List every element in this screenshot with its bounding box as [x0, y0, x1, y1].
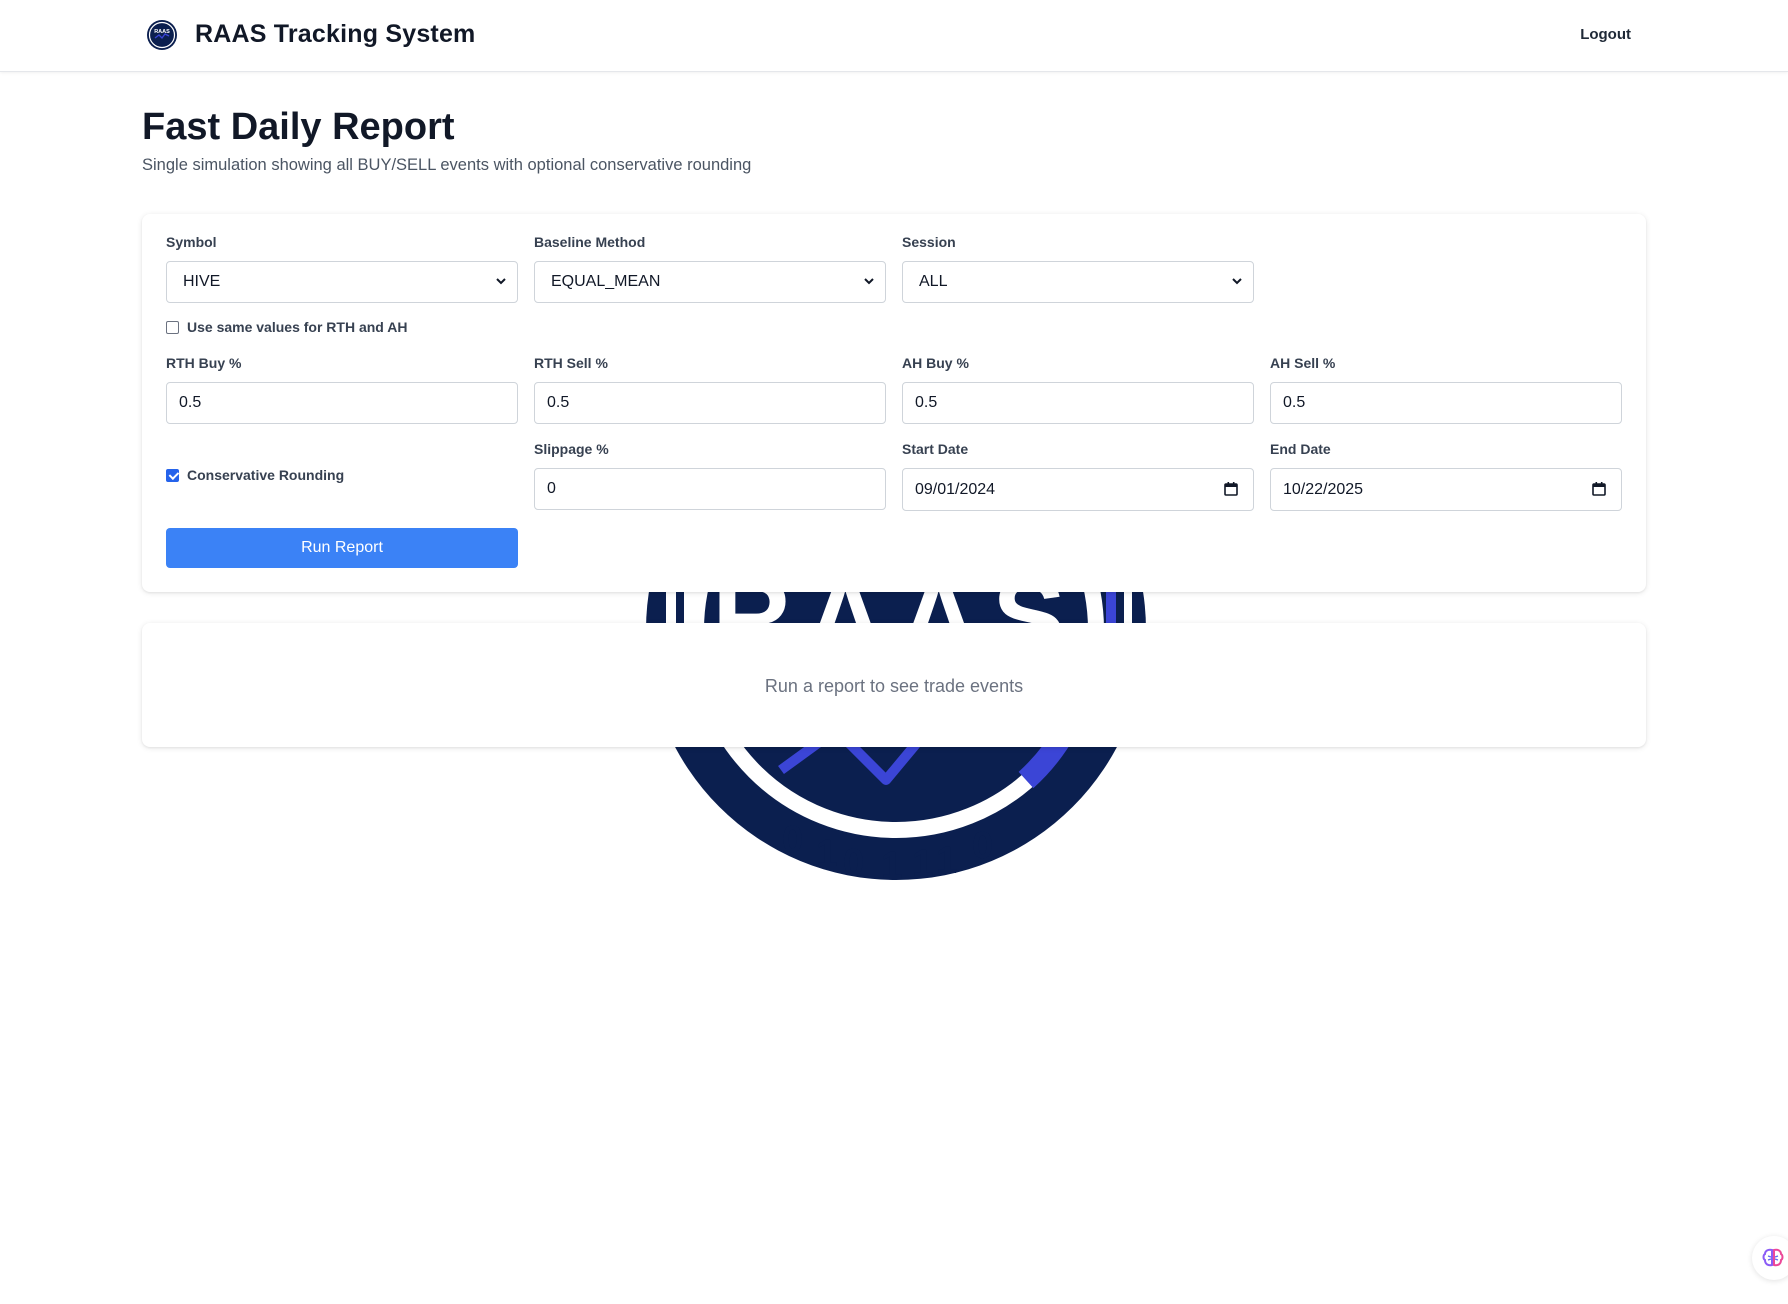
- logout-link[interactable]: Logout: [1580, 26, 1631, 43]
- conservative-rounding-option[interactable]: Conservative Rounding: [166, 467, 344, 483]
- results-card: Run a report to see trade events: [142, 623, 1646, 747]
- chevron-down-icon: [496, 278, 506, 285]
- slippage-label: Slippage %: [534, 441, 609, 457]
- rth-sell-value: 0.5: [547, 394, 570, 411]
- same-values-option[interactable]: Use same values for RTH and AH: [166, 319, 407, 335]
- rth-buy-label: RTH Buy %: [166, 355, 242, 371]
- calendar-icon[interactable]: [1223, 481, 1239, 497]
- start-date-input[interactable]: 09/01/2024: [902, 468, 1254, 511]
- ah-sell-value: 0.5: [1283, 394, 1306, 411]
- app-title[interactable]: RAAS Tracking System: [195, 20, 476, 49]
- raas-logo-icon[interactable]: RAAS: [146, 19, 178, 51]
- session-select[interactable]: ALL: [902, 261, 1254, 303]
- chevron-down-icon: [1232, 278, 1242, 285]
- report-form-card: Symbol HIVE Baseline Method EQUAL_MEAN S…: [142, 214, 1646, 592]
- baseline-method-value: EQUAL_MEAN: [551, 273, 661, 290]
- chevron-down-icon: [864, 278, 874, 285]
- symbol-select[interactable]: HIVE: [166, 261, 518, 303]
- start-date-value: 09/01/2024: [915, 480, 996, 498]
- conservative-rounding-label: Conservative Rounding: [187, 467, 345, 483]
- conservative-rounding-checkbox[interactable]: [166, 468, 179, 482]
- end-date-label: End Date: [1270, 441, 1331, 457]
- brain-icon: [1762, 1248, 1784, 1267]
- top-navbar: RAAS RAAS Tracking System Logout: [0, 0, 1788, 72]
- rth-buy-value: 0.5: [179, 394, 202, 411]
- slippage-input[interactable]: 0: [534, 468, 886, 510]
- empty-results-message: Run a report to see trade events: [764, 676, 1024, 696]
- baseline-method-label: Baseline Method: [534, 234, 646, 250]
- slippage-value: 0: [547, 480, 556, 497]
- ah-sell-input[interactable]: 0.5: [1270, 382, 1622, 424]
- session-label: Session: [902, 234, 956, 250]
- rth-buy-input[interactable]: 0.5: [166, 382, 518, 424]
- baseline-method-select[interactable]: EQUAL_MEAN: [534, 261, 886, 303]
- end-date-input[interactable]: 10/22/2025: [1270, 468, 1622, 511]
- ah-sell-label: AH Sell %: [1270, 355, 1336, 371]
- rth-sell-label: RTH Sell %: [534, 355, 608, 371]
- session-value: ALL: [919, 273, 948, 290]
- end-date-value: 10/22/2025: [1283, 480, 1364, 498]
- same-values-label: Use same values for RTH and AH: [187, 319, 408, 335]
- same-values-checkbox[interactable]: [166, 320, 179, 334]
- rth-sell-input[interactable]: 0.5: [534, 382, 886, 424]
- ah-buy-input[interactable]: 0.5: [902, 382, 1254, 424]
- ah-buy-value: 0.5: [915, 394, 938, 411]
- symbol-label: Symbol: [166, 234, 217, 250]
- ah-buy-label: AH Buy %: [902, 355, 969, 371]
- calendar-icon[interactable]: [1591, 481, 1607, 497]
- run-report-button[interactable]: Run Report: [166, 528, 518, 568]
- assistant-widget-button[interactable]: [1752, 1236, 1788, 1280]
- start-date-label: Start Date: [902, 441, 969, 457]
- page-title: Fast Daily Report: [142, 106, 455, 148]
- svg-text:RAAS: RAAS: [154, 29, 170, 35]
- symbol-value: HIVE: [183, 273, 221, 290]
- page-subtitle: Single simulation showing all BUY/SELL e…: [142, 156, 752, 174]
